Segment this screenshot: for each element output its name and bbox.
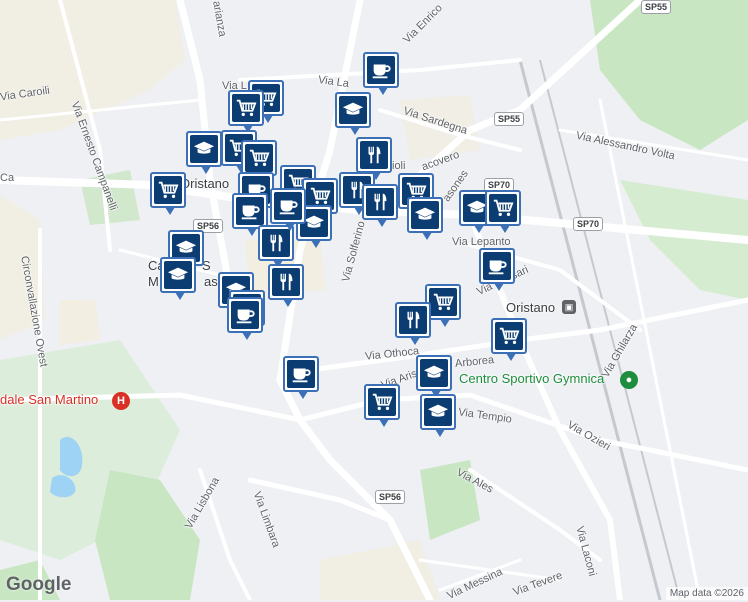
- cafe-icon: [483, 252, 511, 280]
- education-marker[interactable]: [160, 257, 196, 300]
- cafe-icon: [274, 192, 302, 220]
- google-logo[interactable]: Google: [6, 574, 71, 596]
- restaurant-icon: [366, 188, 394, 216]
- education-marker[interactable]: [407, 197, 443, 240]
- sports-center-label: Centro Sportivo Gymnica: [459, 371, 605, 386]
- shopping-marker[interactable]: [491, 318, 527, 361]
- education-icon: [190, 135, 218, 163]
- education-marker[interactable]: [335, 92, 371, 135]
- hospital-icon[interactable]: H: [112, 392, 130, 410]
- shopping-icon: [232, 94, 260, 122]
- education-icon: [420, 359, 448, 387]
- education-icon: [424, 398, 452, 426]
- shopping-marker[interactable]: [364, 384, 400, 427]
- cathedral-label: M: [148, 274, 159, 289]
- shopping-icon: [154, 176, 182, 204]
- restaurant-marker[interactable]: [362, 184, 398, 227]
- cafe-marker[interactable]: [363, 52, 399, 95]
- road-shield: SP56: [375, 490, 406, 504]
- shopping-icon: [245, 144, 273, 172]
- cafe-marker[interactable]: [479, 248, 515, 291]
- education-icon: [339, 96, 367, 124]
- restaurant-marker[interactable]: [268, 264, 304, 307]
- cafe-icon: [367, 56, 395, 84]
- shopping-icon: [368, 388, 396, 416]
- shopping-icon: [489, 194, 517, 222]
- cafe-marker[interactable]: [232, 193, 268, 236]
- road-shield: SP55: [641, 0, 672, 14]
- city-label: Oristano: [180, 176, 230, 191]
- hospital-label: dale San Martino: [0, 392, 99, 407]
- education-marker[interactable]: [416, 355, 452, 398]
- education-icon: [164, 261, 192, 289]
- cafe-marker[interactable]: [227, 297, 263, 340]
- shopping-marker[interactable]: [150, 172, 186, 215]
- cafe-icon: [231, 301, 259, 329]
- sports-center-icon[interactable]: ●: [620, 371, 638, 389]
- education-icon: [411, 201, 439, 229]
- map-attribution[interactable]: Map data ©2026: [665, 587, 748, 600]
- station-label: Oristano: [506, 300, 556, 315]
- road-shield: SP70: [573, 217, 604, 231]
- shopping-icon: [429, 288, 457, 316]
- education-marker[interactable]: [420, 394, 456, 437]
- restaurant-icon: [262, 229, 290, 257]
- restaurant-marker[interactable]: [395, 302, 431, 345]
- train-station-icon[interactable]: ▣: [562, 300, 576, 314]
- shopping-marker[interactable]: [241, 140, 277, 183]
- restaurant-marker[interactable]: [356, 137, 392, 180]
- restaurant-icon: [399, 306, 427, 334]
- restaurant-icon: [272, 268, 300, 296]
- shopping-marker[interactable]: [485, 190, 521, 233]
- restaurant-icon: [360, 141, 388, 169]
- cafe-marker[interactable]: [270, 188, 306, 231]
- map-canvas[interactable]: [0, 0, 748, 600]
- education-marker[interactable]: [186, 131, 222, 174]
- road-shield: SP55: [494, 112, 525, 126]
- cafe-icon: [287, 360, 315, 388]
- shopping-icon: [495, 322, 523, 350]
- street-label: Via Lepanto: [452, 236, 511, 248]
- shopping-marker[interactable]: [228, 90, 264, 133]
- cafe-marker[interactable]: [283, 356, 319, 399]
- street-label: ioli: [392, 160, 406, 172]
- cafe-icon: [236, 197, 264, 225]
- street-label: Ca: [0, 172, 15, 184]
